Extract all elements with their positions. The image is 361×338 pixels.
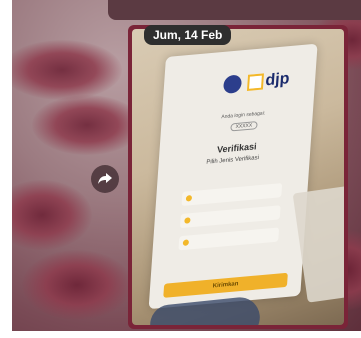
djp-logo-text: djp bbox=[264, 70, 291, 90]
djp-logo-row: djp bbox=[222, 70, 291, 95]
djp-logo-mark-icon bbox=[246, 73, 265, 91]
submit-button: Kirimkan bbox=[163, 272, 288, 298]
previous-message-edge bbox=[108, 0, 361, 20]
photographed-phone-screen: djp Anda login sebagai: XXXXX Verifikasi… bbox=[148, 43, 318, 310]
lips-decoration bbox=[12, 40, 122, 100]
forward-icon bbox=[98, 173, 112, 184]
option-icon bbox=[182, 239, 190, 246]
verification-option bbox=[178, 227, 280, 251]
npwp-badge: XXXXX bbox=[230, 121, 258, 132]
verification-option bbox=[181, 183, 283, 206]
forward-button[interactable] bbox=[91, 165, 119, 193]
login-as-label: Anda login sebagai: bbox=[221, 110, 266, 121]
lips-decoration bbox=[12, 180, 92, 250]
image-message[interactable]: djp Anda login sebagai: XXXXX Verifikasi… bbox=[128, 25, 348, 329]
lips-decoration bbox=[22, 250, 132, 320]
djp-logo: djp bbox=[246, 70, 291, 92]
message-photo[interactable]: djp Anda login sebagai: XXXXX Verifikasi… bbox=[132, 29, 344, 325]
verification-option bbox=[179, 205, 281, 229]
option-icon bbox=[185, 195, 193, 202]
lips-decoration bbox=[32, 95, 142, 155]
date-chip: Jum, 14 Feb bbox=[144, 25, 232, 45]
verify-subtitle: Pilih Jenis Verifikasi bbox=[206, 155, 260, 166]
verify-title: Verifikasi bbox=[216, 141, 257, 155]
kemenkeu-logo-icon bbox=[222, 74, 243, 95]
option-icon bbox=[184, 217, 191, 224]
